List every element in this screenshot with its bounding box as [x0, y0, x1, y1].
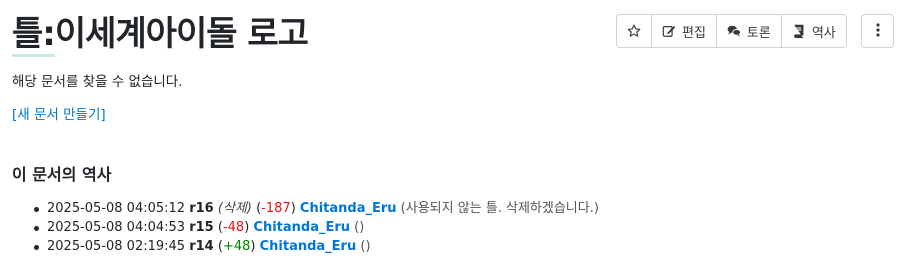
revision-number: r15 — [189, 220, 214, 235]
revision-summary: () — [360, 239, 371, 254]
history-item: 2025-05-08 04:04:53 r15 (-48) Chitanda_E… — [12, 218, 599, 237]
revision-summary: (사용되지 않는 틀. 삭제하겠습니다.) — [400, 201, 599, 216]
edit-label: 편집 — [682, 25, 706, 41]
title-name: 이세계아이돌 로고 — [54, 14, 309, 54]
page-title: 틀:이세계아이돌 로고 — [12, 6, 309, 57]
revision-user-link[interactable]: Chitanda_Eru — [260, 239, 357, 254]
revision-timestamp: 2025-05-08 04:04:53 — [47, 220, 186, 235]
discuss-button[interactable]: 토론 — [717, 15, 782, 47]
revision-history-list: 2025-05-08 04:05:12 r16 (삭제) (-187) Chit… — [12, 199, 599, 256]
history-button[interactable]: 역사 — [782, 15, 846, 47]
revision-summary: () — [354, 220, 365, 235]
revision-number: r14 — [189, 239, 214, 254]
history-item: 2025-05-08 02:19:45 r14 (+48) Chitanda_E… — [12, 237, 599, 256]
revision-timestamp: 2025-05-08 04:05:12 — [47, 201, 186, 216]
change-amount: -48 — [222, 220, 245, 235]
revision-user-link[interactable]: Chitanda_Eru — [300, 201, 397, 216]
star-icon — [627, 24, 641, 38]
change-amount: +48 — [222, 239, 251, 254]
book-icon — [792, 24, 806, 38]
history-heading: 이 문서의 역사 — [12, 165, 112, 184]
revision-user-link[interactable]: Chitanda_Eru — [253, 220, 350, 235]
change-close-paren: ) — [250, 239, 256, 254]
not-found-notice: 해당 문서를 찾을 수 없습니다. — [12, 74, 183, 90]
change-amount: -187 — [261, 201, 291, 216]
star-button[interactable] — [617, 15, 652, 47]
edit-icon — [662, 24, 676, 38]
create-document-link[interactable]: [새 문서 만들기] — [12, 103, 106, 123]
history-label: 역사 — [811, 25, 836, 41]
revision-action: (삭제) — [217, 201, 252, 216]
comments-icon — [727, 24, 741, 38]
revision-change: (+48) — [218, 239, 256, 254]
history-item: 2025-05-08 04:05:12 r16 (삭제) (-187) Chit… — [12, 199, 599, 218]
edit-button[interactable]: 편집 — [652, 15, 717, 47]
revision-timestamp: 2025-05-08 02:19:45 — [47, 239, 186, 254]
change-close-paren: ) — [244, 220, 250, 235]
title-namespace: 틀: — [12, 14, 56, 57]
more-menu-button[interactable] — [861, 14, 894, 48]
document-toolbar: 편집 토론 역사 — [616, 14, 847, 48]
revision-number: r16 — [189, 201, 214, 216]
revision-change: (-187) — [256, 201, 296, 216]
vertical-ellipsis-icon — [875, 22, 880, 41]
change-close-paren: ) — [290, 201, 296, 216]
discuss-label: 토론 — [746, 25, 771, 41]
revision-change: (-48) — [218, 220, 249, 235]
